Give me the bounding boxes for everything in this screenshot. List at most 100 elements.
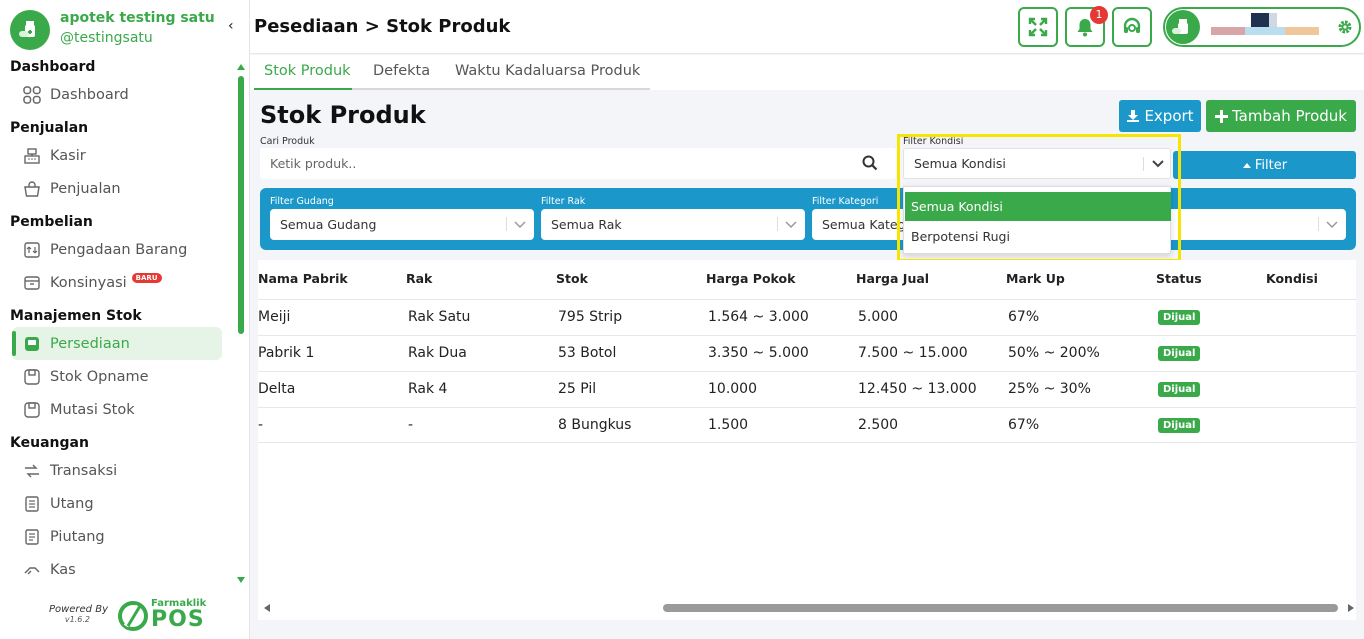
version-text: v1.6.2 bbox=[64, 615, 90, 624]
notification-count-badge: 1 bbox=[1090, 6, 1108, 24]
basket-icon bbox=[22, 179, 42, 199]
column-header-harga-pokok[interactable]: Harga Pokok bbox=[706, 271, 795, 286]
sidebar-item-pengadaan-barang[interactable]: Pengadaan Barang bbox=[12, 233, 222, 266]
export-button[interactable]: Export bbox=[1119, 100, 1201, 132]
table-row[interactable]: - - 8 Bungkus 1.500 2.500 67% Dijual bbox=[258, 407, 1356, 443]
sidebar-menu: Dashboard Dashboard Penjualan Kasir Penjuala… bbox=[0, 56, 232, 586]
sidebar-item-label: Kas bbox=[50, 561, 76, 578]
tab-defekta[interactable]: Defekta bbox=[373, 63, 430, 79]
column-header-rak[interactable]: Rak bbox=[406, 271, 432, 286]
cell-harga-jual: 2.500 bbox=[858, 417, 899, 433]
tab-bar: Stok Produk Defekta Waktu Kadaluarsa Pro… bbox=[250, 55, 1364, 90]
support-button[interactable] bbox=[1112, 7, 1152, 47]
sidebar-item-mutasi-stok[interactable]: Mutasi Stok bbox=[12, 393, 222, 426]
scroll-left-icon[interactable] bbox=[264, 604, 270, 612]
sidebar-item-kasir[interactable]: Kasir bbox=[12, 139, 222, 172]
filter-rak-select[interactable]: Semua Rak bbox=[541, 209, 805, 240]
cell-stok: 795 Strip bbox=[558, 309, 623, 325]
cell-stok: 53 Botol bbox=[558, 345, 617, 361]
table-row[interactable]: Delta Rak 4 25 Pil 10.000 12.450 ~ 13.00… bbox=[258, 371, 1356, 407]
table-row[interactable]: Meiji Rak Satu 795 Strip 1.564 ~ 3.000 5… bbox=[258, 299, 1356, 335]
debt-icon bbox=[22, 494, 42, 514]
cell-nama-pabrik: Pabrik 1 bbox=[258, 345, 315, 361]
cell-nama-pabrik: Meiji bbox=[258, 309, 291, 325]
add-product-button[interactable]: Tambah Produk bbox=[1206, 100, 1356, 132]
cash-register-icon bbox=[22, 146, 42, 166]
sidebar-section-keuangan: Keuangan bbox=[10, 435, 89, 451]
status-badge: Dijual bbox=[1158, 418, 1201, 433]
column-header-kondisi[interactable]: Kondisi bbox=[1266, 271, 1318, 286]
sidebar-item-label: Stok Opname bbox=[50, 368, 149, 385]
fullscreen-button[interactable] bbox=[1018, 7, 1058, 47]
powered-by: Powered By v1.6.2 Farmaklik POS bbox=[48, 598, 218, 634]
filter-gudang-label: Filter Gudang bbox=[270, 196, 334, 207]
tab-stok-produk[interactable]: Stok Produk bbox=[264, 63, 351, 79]
sidebar-item-label: Dashboard bbox=[50, 86, 129, 103]
sidebar-item-konsinyasi[interactable]: Konsinyasi BARU bbox=[12, 266, 222, 299]
filter-panel: Filter Gudang Semua Gudang Filter Rak Se… bbox=[260, 188, 1356, 250]
select-separator bbox=[506, 217, 507, 231]
filter-toggle-button[interactable]: Filter bbox=[1173, 151, 1356, 179]
brand-name: apotek testing satu bbox=[60, 10, 215, 26]
status-badge: Dijual bbox=[1158, 310, 1201, 325]
headset-icon bbox=[1123, 17, 1141, 33]
sidebar-item-penjualan[interactable]: Penjualan bbox=[12, 172, 222, 205]
horizontal-scrollbar-thumb[interactable] bbox=[663, 604, 1338, 612]
sidebar-item-label: Persediaan bbox=[50, 335, 130, 352]
avatar bbox=[1166, 10, 1200, 44]
collapse-sidebar-icon[interactable]: ‹ bbox=[228, 18, 234, 34]
table-horizontal-scrollbar[interactable] bbox=[258, 600, 1356, 616]
chevron-down-icon[interactable] bbox=[513, 217, 527, 231]
cell-harga-jual: 12.450 ~ 13.000 bbox=[858, 381, 977, 397]
sidebar-item-persediaan[interactable]: Persediaan bbox=[12, 327, 222, 360]
sidebar-item-transaksi[interactable]: Transaksi bbox=[12, 454, 222, 487]
cell-mark-up: 50% ~ 200% bbox=[1008, 345, 1100, 361]
filter-rak-label: Filter Rak bbox=[541, 196, 586, 207]
chevron-down-icon[interactable] bbox=[784, 217, 798, 231]
sidebar-item-label: Penjualan bbox=[50, 180, 121, 197]
sidebar-item-stok-opname[interactable]: Stok Opname bbox=[12, 360, 222, 393]
scroll-up-icon[interactable] bbox=[237, 64, 245, 70]
scrollbar-thumb[interactable] bbox=[238, 76, 244, 334]
sidebar-item-label: Pengadaan Barang bbox=[50, 241, 188, 258]
cell-harga-pokok: 3.350 ~ 5.000 bbox=[708, 345, 809, 361]
select-separator bbox=[777, 217, 778, 231]
sidebar-scrollbar[interactable] bbox=[236, 60, 246, 587]
mutation-icon bbox=[22, 400, 42, 420]
page-title: Pesediaan > Stok Produk bbox=[254, 16, 511, 37]
gear-icon[interactable] bbox=[1337, 19, 1353, 35]
profile-menu[interactable] bbox=[1163, 7, 1361, 47]
sidebar-item-kas[interactable]: Kas bbox=[12, 553, 222, 586]
receivable-icon bbox=[22, 527, 42, 547]
profile-name-redacted bbox=[1211, 27, 1245, 35]
transaction-icon bbox=[22, 461, 42, 481]
column-header-nama-pabrik[interactable]: Nama Pabrik bbox=[258, 271, 348, 286]
sidebar-section-penjualan: Penjualan bbox=[10, 120, 89, 136]
status-badge: Dijual bbox=[1158, 346, 1201, 361]
scroll-right-icon[interactable] bbox=[1348, 604, 1354, 612]
notification-button[interactable]: 1 bbox=[1065, 6, 1108, 47]
new-badge: BARU bbox=[131, 272, 162, 283]
column-header-stok[interactable]: Stok bbox=[556, 271, 588, 286]
scroll-down-icon[interactable] bbox=[237, 577, 245, 583]
sidebar-item-utang[interactable]: Utang bbox=[12, 487, 222, 520]
brand: apotek testing satu @testingsatu bbox=[10, 8, 240, 52]
chevron-down-icon[interactable] bbox=[1325, 217, 1339, 231]
sidebar-item-label: Mutasi Stok bbox=[50, 401, 135, 418]
column-header-mark-up[interactable]: Mark Up bbox=[1006, 271, 1065, 286]
filter-gudang-select[interactable]: Semua Gudang bbox=[270, 209, 534, 240]
content-title: Stok Produk bbox=[260, 101, 426, 129]
cash-icon bbox=[22, 560, 42, 580]
column-header-status[interactable]: Status bbox=[1156, 271, 1202, 286]
sidebar-item-piutang[interactable]: Piutang bbox=[12, 520, 222, 553]
download-icon bbox=[1127, 110, 1140, 122]
filter-button-label: Filter bbox=[1254, 157, 1288, 173]
brand-username: @testingsatu bbox=[60, 30, 153, 46]
sidebar-item-dashboard[interactable]: Dashboard bbox=[12, 78, 222, 111]
search-box bbox=[260, 148, 896, 179]
table-row[interactable]: Pabrik 1 Rak Dua 53 Botol 3.350 ~ 5.000 … bbox=[258, 335, 1356, 371]
search-icon[interactable] bbox=[862, 155, 878, 171]
tab-waktu-kadaluarsa[interactable]: Waktu Kadaluarsa Produk bbox=[455, 63, 640, 79]
search-input[interactable] bbox=[270, 153, 850, 173]
column-header-harga-jual[interactable]: Harga Jual bbox=[856, 271, 929, 286]
